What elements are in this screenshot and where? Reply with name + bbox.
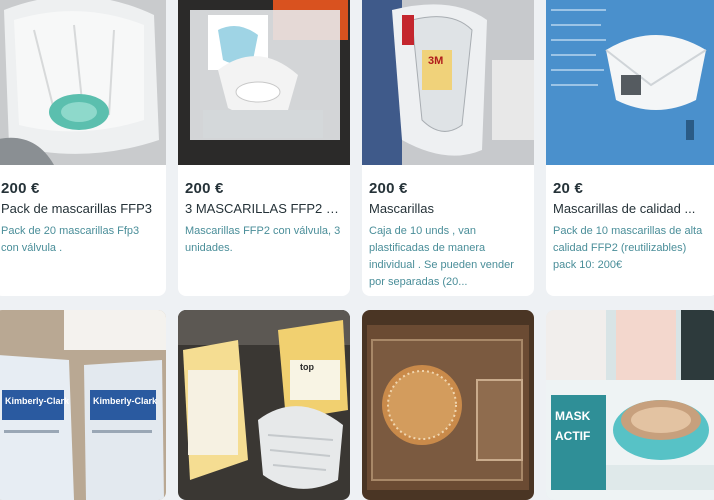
listing-description: Pack de 20 mascarillas Ffp3 con válvula … xyxy=(1,225,140,254)
listing-photo[interactable]: top xyxy=(178,310,350,500)
listing-price: 200 € xyxy=(1,180,40,197)
listing-photo[interactable] xyxy=(362,310,534,500)
listing-title[interactable]: Mascarillas de calidad ... xyxy=(553,201,712,216)
listing-card[interactable]: top xyxy=(178,310,350,500)
listing-photo[interactable]: Kimberly-Clark Kimberly-Clark xyxy=(0,310,166,500)
box-label-text: top xyxy=(300,362,314,372)
listing-card[interactable]: MASK ACTIF xyxy=(546,310,714,500)
listing-photo[interactable] xyxy=(546,0,714,165)
listing-card[interactable]: 200 € 3 MASCARILLAS FFP2 C... Mascarilla… xyxy=(178,0,350,296)
box-brand-text: Kimberly-Clark xyxy=(5,396,70,406)
listing-photo[interactable]: MASK ACTIF xyxy=(546,310,714,500)
listing-card[interactable] xyxy=(362,310,534,500)
listing-card[interactable]: 200 € Pack de mascarillas FFP3 Pack de 2… xyxy=(0,0,166,296)
copper-device-image xyxy=(362,310,534,500)
listing-description: Caja de 10 unds , van plastificadas de m… xyxy=(369,225,514,288)
listing-photo[interactable]: 3M xyxy=(362,0,534,165)
listing-title[interactable]: 3 MASCARILLAS FFP2 C... xyxy=(185,201,344,216)
listing-photo[interactable] xyxy=(178,0,350,165)
yellow-boxes-image: top xyxy=(178,310,350,500)
listing-card[interactable]: 3M 200 € Mascarillas Caja de 10 unds , v… xyxy=(362,0,534,296)
kimberly-clark-boxes-image: Kimberly-Clark Kimberly-Clark xyxy=(0,310,166,500)
folded-ffp2-mask-image xyxy=(546,0,714,165)
listing-price: 200 € xyxy=(369,180,408,197)
listing-title[interactable]: Pack de mascarillas FFP3 xyxy=(1,201,160,216)
3m-logo-text: 3M xyxy=(428,55,443,67)
listing-title[interactable]: Mascarillas xyxy=(369,201,528,216)
listing-description: Mascarillas FFP2 con válvula, 3 unidades… xyxy=(185,225,341,254)
listing-description: Pack de 10 mascarillas de alta calidad F… xyxy=(553,225,703,271)
listing-price: 20 € xyxy=(553,180,583,197)
cosmetic-mask-image: MASK ACTIF xyxy=(546,310,714,500)
listing-price: 200 € xyxy=(185,180,224,197)
ffp3-mask-image xyxy=(0,0,166,165)
3m-mask-image: 3M xyxy=(362,0,534,165)
listing-card[interactable]: Kimberly-Clark Kimberly-Clark xyxy=(0,310,166,500)
listing-card[interactable]: 20 € Mascarillas de calidad ... Pack de … xyxy=(546,0,714,296)
package-label-text: ACTIF xyxy=(555,429,590,443)
listing-photo[interactable] xyxy=(0,0,166,165)
ffp2-package-image xyxy=(178,0,350,165)
box-brand-text: Kimberly-Clark xyxy=(93,396,158,406)
listing-grid: 200 € Pack de mascarillas FFP3 Pack de 2… xyxy=(0,0,714,500)
package-label-text: MASK xyxy=(555,409,591,423)
